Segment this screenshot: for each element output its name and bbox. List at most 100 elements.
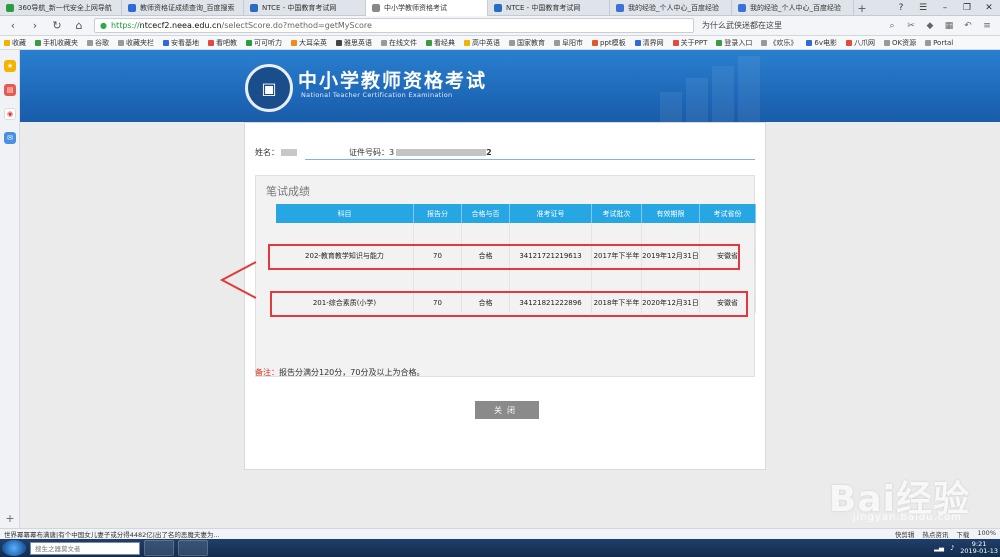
zoom-level[interactable]: 100% xyxy=(977,529,996,539)
status-bar: 世界冪冪冪布满唐|有个中国女儿妻子或分得4482亿|出了名的恶魔夫妻为... 快… xyxy=(0,528,1000,539)
bookmark-item[interactable]: 清界网 xyxy=(634,38,664,48)
bookmark-item[interactable]: 阜阳市 xyxy=(554,38,583,48)
bookmark-item[interactable]: 高中英语 xyxy=(464,38,500,48)
browser-tab-active[interactable]: 中小学教师资格考试 xyxy=(366,0,488,16)
bookmark-item[interactable]: 国家教育 xyxy=(509,38,545,48)
highlight-box xyxy=(270,291,748,317)
bookmark-item[interactable]: 手机收藏夹 xyxy=(35,38,78,48)
page-title: 中小学教师资格考试 xyxy=(298,70,488,92)
news-ticker[interactable]: 世界冪冪冪布满唐|有个中国女儿妻子或分得4482亿|出了名的恶魔夫妻为... xyxy=(4,529,220,539)
bookmark-item[interactable]: 登录入口 xyxy=(716,38,752,48)
page-viewport: ▣ 中小学教师资格考试 National Teacher Certificati… xyxy=(20,50,1000,528)
bookmark-item[interactable]: 可可听力 xyxy=(246,38,282,48)
bookmark-item[interactable]: 安看基地 xyxy=(163,38,199,48)
score-card: 姓名： 证件号码： 3 2 笔试成绩 科目 报告分 合格与否 准考证号 考试批次… xyxy=(244,122,766,470)
status-item[interactable]: 快剪辑 xyxy=(895,529,915,539)
bookmark-item[interactable]: 看经典 xyxy=(426,38,455,48)
bookmark-item[interactable]: 谷歌 xyxy=(87,38,109,48)
column-header: 有效期限 xyxy=(642,204,700,223)
reader-icon[interactable]: ▤ xyxy=(4,84,16,96)
id-label: 证件号码： xyxy=(349,147,389,157)
system-tray: ▂▄ ♪ 9:21 2019-01-13 xyxy=(934,541,998,555)
tab-favicon-icon xyxy=(616,4,624,12)
search-suggestion[interactable]: 为什么武侠迷都在这里 xyxy=(702,20,822,31)
status-item[interactable]: 热点资讯 xyxy=(922,529,948,539)
undo-icon[interactable]: ↶ xyxy=(961,19,975,33)
home-icon[interactable]: ⌂ xyxy=(72,19,86,33)
written-scores-panel: 笔试成绩 科目 报告分 合格与否 准考证号 考试批次 有效期限 考试省份 202… xyxy=(255,175,756,377)
section-title: 笔试成绩 xyxy=(266,185,310,198)
forward-icon[interactable]: › xyxy=(28,19,42,33)
help-icon[interactable]: ? xyxy=(890,0,912,16)
secure-lock-icon: ● xyxy=(100,21,107,30)
browser-tab[interactable]: NTCE - 中国教育考试网 xyxy=(244,0,366,16)
taskbar-app-browser[interactable] xyxy=(178,540,208,556)
url-input[interactable]: ● https://ntcecf2.neea.edu.cn/selectScor… xyxy=(94,18,694,33)
id-suffix: 2 xyxy=(486,147,492,157)
add-icon[interactable]: + xyxy=(4,512,16,525)
new-tab-button[interactable]: + xyxy=(854,0,870,16)
bookmark-item[interactable]: 关于PPT xyxy=(672,38,707,48)
watermark-site: jingyan.baidu.com xyxy=(852,512,962,523)
reload-icon[interactable]: ↻ xyxy=(50,19,64,33)
column-header: 考试省份 xyxy=(700,204,756,223)
bookmarks-bar: 收藏 手机收藏夹 谷歌 收藏夹栏 安看基地 看吧教 可可听力 大耳朵英 雅思英语… xyxy=(0,36,1000,50)
candidate-info: 姓名： 证件号码： 3 2 xyxy=(255,145,755,159)
name-label: 姓名： xyxy=(255,147,279,157)
close-icon[interactable]: ✕ xyxy=(978,0,1000,16)
column-header: 科目 xyxy=(276,204,414,223)
browser-tab[interactable]: NTCE - 中国教育考试网 xyxy=(488,0,610,16)
bookmark-item[interactable]: 收藏夹栏 xyxy=(118,38,154,48)
column-header: 准考证号 xyxy=(510,204,592,223)
id-redacted xyxy=(396,148,487,156)
taskbar-app-explorer[interactable] xyxy=(144,540,174,556)
shield-icon[interactable]: ◆ xyxy=(923,19,937,33)
star-icon xyxy=(4,39,10,46)
network-icon[interactable]: ▂▄ xyxy=(934,544,944,552)
menu-icon[interactable]: ≡ xyxy=(980,19,994,33)
exam-logo-icon: ▣ xyxy=(245,64,293,112)
browser-tab[interactable]: 360导航_新一代安全上网导航 xyxy=(0,0,122,16)
browser-tab[interactable]: 教师资格证成绩查询_百度搜索 xyxy=(122,0,244,16)
clock[interactable]: 9:21 2019-01-13 xyxy=(960,541,998,555)
bookmark-item[interactable]: 收藏 xyxy=(4,38,26,48)
mail-icon[interactable]: ✉ xyxy=(4,132,16,144)
volume-icon[interactable]: ♪ xyxy=(950,544,954,552)
bookmark-item[interactable]: ppt模板 xyxy=(592,38,626,48)
tab-favicon-icon xyxy=(128,4,136,12)
tab-favicon-icon xyxy=(738,4,746,12)
bookmark-item[interactable]: OK资源 xyxy=(883,38,916,48)
bookmark-item[interactable]: 在线文件 xyxy=(381,38,417,48)
column-header: 合格与否 xyxy=(462,204,510,223)
grid-icon[interactable]: ▦ xyxy=(942,19,956,33)
tab-favicon-icon xyxy=(250,4,258,12)
maximize-icon[interactable]: ❐ xyxy=(956,0,978,16)
close-button[interactable]: 关闭 xyxy=(475,401,539,419)
weibo-icon[interactable]: ◉ xyxy=(4,108,16,120)
bookmark-item[interactable]: 看吧教 xyxy=(208,38,237,48)
bookmark-item[interactable]: 雅思英语 xyxy=(336,38,372,48)
bookmark-item[interactable]: Portal xyxy=(925,39,953,47)
bookmark-item[interactable]: 大耳朵英 xyxy=(291,38,327,48)
favorites-icon[interactable]: ★ xyxy=(4,60,16,72)
tab-strip: 360导航_新一代安全上网导航 教师资格证成绩查询_百度搜索 NTCE - 中国… xyxy=(0,0,1000,16)
bookmark-item[interactable]: 《欢乐》 xyxy=(761,38,797,48)
page-subtitle: National Teacher Certification Examinati… xyxy=(301,91,453,99)
tab-favicon-icon xyxy=(6,4,14,12)
header-banner: ▣ 中小学教师资格考试 National Teacher Certificati… xyxy=(20,50,1000,122)
browser-tab[interactable]: 我的经验_个人中心_百度经验 xyxy=(610,0,732,16)
minimize-icon[interactable]: – xyxy=(934,0,956,16)
menu-icon[interactable]: ☰ xyxy=(912,0,934,16)
back-icon[interactable]: ‹ xyxy=(6,19,20,33)
scissors-icon[interactable]: ✂ xyxy=(904,19,918,33)
window-controls: ? ☰ – ❐ ✕ xyxy=(890,0,1000,16)
bookmark-item[interactable]: 6v电影 xyxy=(806,38,837,48)
search-icon[interactable]: ⌕ xyxy=(885,19,899,33)
taskbar-search-input[interactable]: 搜生之器莫文者 xyxy=(30,541,140,555)
id-prefix: 3 xyxy=(389,147,395,157)
browser-tab[interactable]: 我的经验_个人中心_百度经验 xyxy=(732,0,854,16)
start-button[interactable] xyxy=(2,540,26,556)
pointer-arrow-icon xyxy=(219,261,257,299)
bookmark-item[interactable]: 八爪网 xyxy=(845,38,875,48)
status-item[interactable]: 下载 xyxy=(956,529,969,539)
